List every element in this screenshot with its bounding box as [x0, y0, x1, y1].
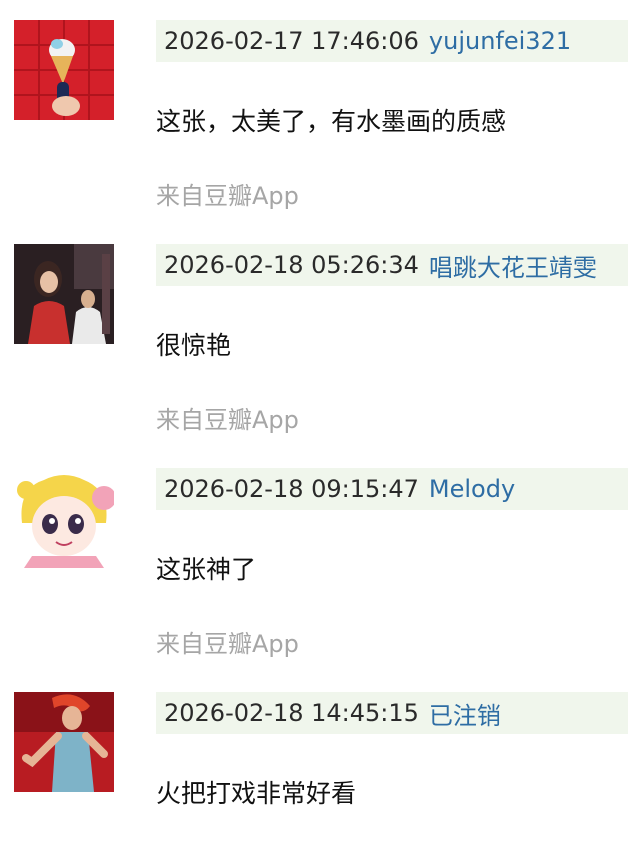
- avatar[interactable]: [14, 20, 114, 120]
- comment-username[interactable]: 已注销: [429, 696, 501, 731]
- comment-timestamp: 2026-02-17 17:46:06: [164, 27, 419, 55]
- comment-text: 火把打戏非常好看: [156, 779, 357, 808]
- comment-text: 很惊艳: [156, 331, 232, 360]
- comment-username[interactable]: 唱跳大花王靖雯: [429, 248, 597, 283]
- anime-girl-avatar-icon: [14, 468, 114, 568]
- comment-meta: 2026-02-18 09:15:47 Melody: [156, 468, 628, 510]
- dancer-avatar-icon: [14, 692, 114, 792]
- comment-meta: 2026-02-17 17:46:06 yujunfei321: [156, 20, 628, 62]
- comment-timestamp: 2026-02-18 09:15:47: [164, 475, 419, 503]
- ice-cream-avatar-icon: [14, 20, 114, 120]
- avatar[interactable]: [14, 468, 114, 568]
- comment-text: 这张神了: [156, 555, 257, 584]
- avatar[interactable]: [14, 692, 114, 792]
- avatar[interactable]: [14, 244, 114, 344]
- comment-text: 这张，太美了，有水墨画的质感: [156, 107, 507, 136]
- comment-source: 来自豆瓣App: [156, 406, 299, 434]
- comment-username[interactable]: yujunfei321: [429, 27, 571, 55]
- comment-source: 来自豆瓣App: [156, 182, 299, 210]
- comment-meta: 2026-02-18 14:45:15 已注销: [156, 692, 628, 734]
- comment-username[interactable]: Melody: [429, 475, 515, 503]
- comment-timestamp: 2026-02-18 14:45:15: [164, 699, 419, 727]
- photo-avatar-icon: [14, 244, 114, 344]
- comment-meta: 2026-02-18 05:26:34 唱跳大花王靖雯: [156, 244, 628, 286]
- comment-source: 来自豆瓣App: [156, 630, 299, 658]
- comment-timestamp: 2026-02-18 05:26:34: [164, 251, 419, 279]
